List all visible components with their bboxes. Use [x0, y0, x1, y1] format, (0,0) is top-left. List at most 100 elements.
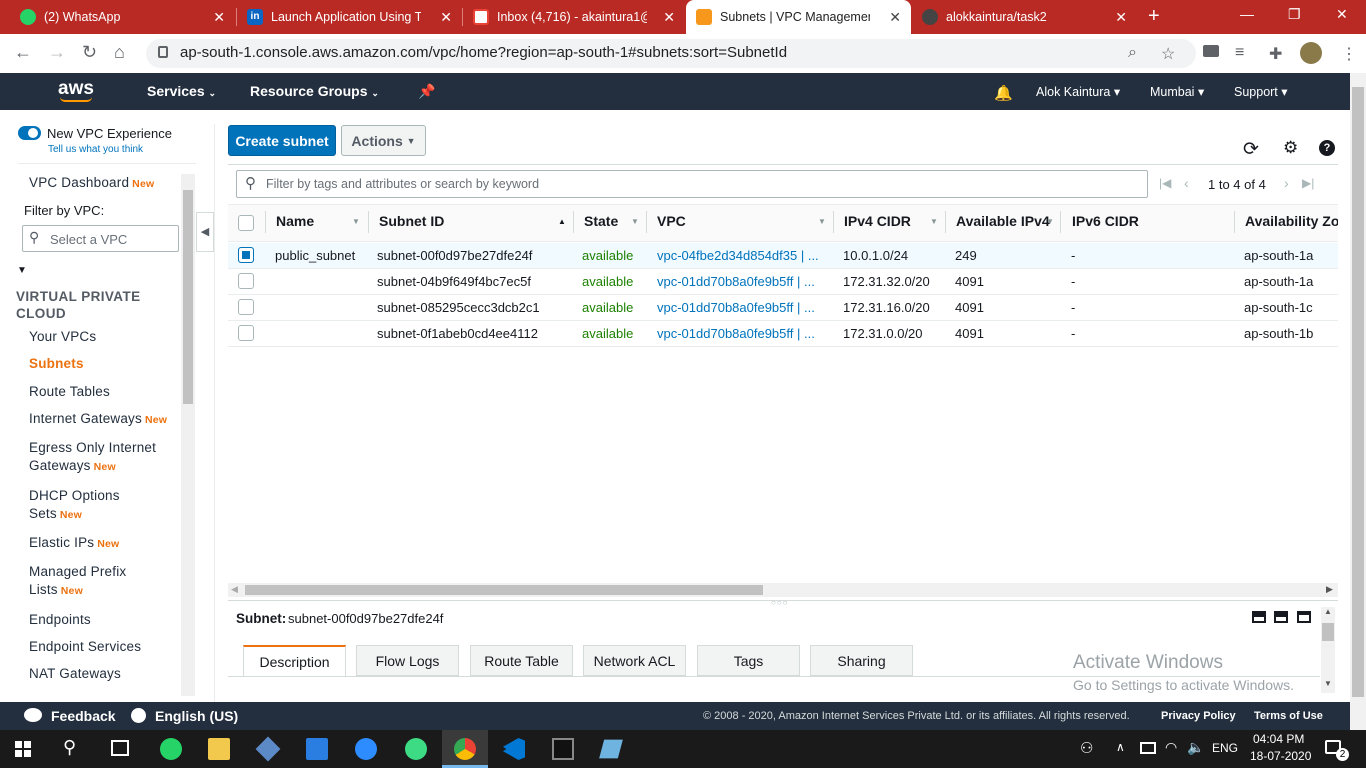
sidebar-item-internet-gateways[interactable]: Internet Gateways New: [29, 410, 167, 429]
clock-date[interactable]: 18-07-2020: [1250, 749, 1311, 763]
col-available-ipv4[interactable]: Available IPv4: [956, 213, 1050, 229]
terms-link[interactable]: Terms of Use: [1254, 710, 1323, 722]
resource-groups-menu[interactable]: Resource Groups ⌄: [250, 83, 379, 99]
col-ipv4-cidr[interactable]: IPv4 CIDR: [844, 213, 911, 229]
notepad-icon[interactable]: [599, 739, 623, 759]
sidebar-item-nat-gateways[interactable]: NAT Gateways: [29, 665, 121, 683]
sidebar-item-endpoints[interactable]: Endpoints: [29, 611, 91, 629]
collapse-triangle-icon[interactable]: ▼: [17, 265, 27, 276]
tab-subnets[interactable]: Subnets | VPC Management ✕: [686, 0, 911, 34]
sidebar-item-subnets[interactable]: Subnets: [29, 355, 84, 373]
chrome-icon[interactable]: [454, 738, 476, 760]
table-row[interactable]: subnet-04b9f649f4bc7ec5f available vpc-0…: [228, 269, 1338, 295]
privacy-link[interactable]: Privacy Policy: [1161, 710, 1236, 722]
tab-sharing[interactable]: Sharing: [810, 645, 913, 676]
collapse-sidebar-button[interactable]: ◀: [196, 212, 214, 252]
sidebar-item-elastic-ips[interactable]: Elastic IPs New: [29, 534, 119, 553]
extensions-icon[interactable]: ✚: [1269, 44, 1282, 64]
create-subnet-button[interactable]: Create subnet: [228, 125, 336, 156]
new-tab-button[interactable]: +: [1148, 5, 1160, 28]
page-scrollbar[interactable]: [1350, 73, 1366, 730]
window-close-icon[interactable]: ✕: [1336, 6, 1348, 23]
gear-icon[interactable]: ⚙: [1283, 138, 1298, 158]
tab-description[interactable]: Description: [243, 645, 346, 676]
table-row[interactable]: subnet-0f1abeb0cd4ee4112 available vpc-0…: [228, 321, 1338, 347]
close-icon[interactable]: ✕: [663, 9, 675, 26]
terminal-icon[interactable]: [552, 738, 574, 760]
close-icon[interactable]: ✕: [213, 9, 225, 26]
col-subnet-id[interactable]: Subnet ID: [379, 213, 444, 229]
android-studio-icon[interactable]: [405, 738, 427, 760]
col-ipv6-cidr[interactable]: IPv6 CIDR: [1072, 213, 1139, 229]
mail-icon[interactable]: [306, 738, 328, 760]
zoom-search-icon[interactable]: ⌕: [1128, 44, 1137, 62]
windows-start-icon[interactable]: [15, 741, 31, 757]
last-page-icon[interactable]: ▶|: [1302, 176, 1314, 190]
sidebar-item-prefix-lists[interactable]: Managed Prefix Lists New: [29, 563, 149, 600]
bookmark-star-icon[interactable]: ☆: [1161, 44, 1175, 64]
task-view-icon[interactable]: [111, 740, 129, 756]
services-menu[interactable]: Services ⌄: [147, 83, 216, 99]
layout-bottom-icon[interactable]: [1252, 611, 1266, 623]
tab-network-acl[interactable]: Network ACL: [583, 645, 686, 676]
back-icon[interactable]: ←: [14, 42, 32, 63]
first-page-icon[interactable]: |◀: [1159, 176, 1171, 190]
detail-v-scrollbar[interactable]: ▲ ▼: [1321, 607, 1335, 693]
resize-handle-icon[interactable]: ○○○: [771, 598, 789, 607]
layout-full-icon[interactable]: [1297, 611, 1311, 623]
feedback-button[interactable]: Feedback: [51, 708, 116, 724]
sidebar-item-route-tables[interactable]: Route Tables: [29, 383, 110, 401]
new-vpc-toggle[interactable]: [18, 126, 41, 140]
close-icon[interactable]: ✕: [1115, 9, 1127, 26]
layout-split-icon[interactable]: [1274, 611, 1288, 623]
tab-tags[interactable]: Tags: [697, 645, 800, 676]
people-icon[interactable]: ⚇: [1080, 739, 1093, 757]
maximize-icon[interactable]: ❐: [1288, 6, 1301, 23]
close-icon[interactable]: ✕: [440, 9, 452, 26]
chevron-up-icon[interactable]: ∧: [1116, 740, 1125, 754]
menu-icon[interactable]: ⋮: [1341, 44, 1357, 64]
row-checkbox[interactable]: [238, 325, 254, 341]
sidebar-item-endpoint-services[interactable]: Endpoint Services: [29, 638, 141, 656]
select-all-checkbox[interactable]: [238, 215, 254, 231]
vscode-icon[interactable]: [503, 738, 525, 760]
tab-flow-logs[interactable]: Flow Logs: [356, 645, 459, 676]
row-checkbox[interactable]: [238, 299, 254, 315]
tab-gmail[interactable]: Inbox (4,716) - akaintura1@g ✕: [463, 0, 685, 34]
sidebar-item-dashboard[interactable]: VPC Dashboard New: [29, 174, 154, 193]
home-icon[interactable]: ⌂: [114, 42, 125, 63]
feedback-link[interactable]: Tell us what you think: [48, 144, 143, 155]
reload-icon[interactable]: ↻: [82, 42, 97, 63]
col-name[interactable]: Name: [276, 213, 314, 229]
row-checkbox[interactable]: [238, 273, 254, 289]
help-icon[interactable]: ?: [1319, 140, 1335, 156]
search-filter-input[interactable]: ⚲ Filter by tags and attributes or searc…: [236, 170, 1148, 198]
sidebar-item-egress-gateways[interactable]: Egress Only Internet Gateways New: [29, 439, 174, 476]
table-row[interactable]: subnet-085295cecc3dcb2c1 available vpc-0…: [228, 295, 1338, 321]
profile-avatar[interactable]: [1300, 42, 1322, 64]
camera-icon[interactable]: [1203, 45, 1219, 57]
col-state[interactable]: State: [584, 213, 618, 229]
tab-linkedin[interactable]: in Launch Application Using Ter ✕: [237, 0, 462, 34]
col-availability-zone[interactable]: Availability Zor: [1245, 213, 1338, 229]
tab-github[interactable]: alokkaintura/task2 ✕: [912, 0, 1137, 34]
sidebar-item-dhcp[interactable]: DHCP Options Sets New: [29, 487, 139, 524]
whatsapp-icon[interactable]: [160, 738, 182, 760]
account-menu[interactable]: Alok Kaintura ▾: [1036, 84, 1120, 99]
region-menu[interactable]: Mumbai ▾: [1150, 84, 1204, 99]
next-page-icon[interactable]: ›: [1284, 175, 1289, 191]
battery-icon[interactable]: [1140, 742, 1156, 754]
file-explorer-icon[interactable]: [208, 738, 230, 760]
refresh-icon[interactable]: ⟳: [1243, 138, 1259, 161]
table-h-scrollbar[interactable]: ◀ ▶: [228, 583, 1338, 597]
volume-icon[interactable]: 🔈: [1187, 739, 1204, 756]
pin-icon[interactable]: 📌: [418, 83, 435, 100]
support-menu[interactable]: Support ▾: [1234, 84, 1288, 99]
row-checkbox[interactable]: [238, 247, 254, 263]
sidebar-scroll-thumb[interactable]: [183, 190, 193, 404]
wifi-icon[interactable]: ◠: [1165, 739, 1177, 756]
prev-page-icon[interactable]: ‹: [1184, 175, 1189, 191]
table-row[interactable]: public_subnet subnet-00f0d97be27dfe24f a…: [228, 243, 1338, 269]
actions-button[interactable]: Actions ▼: [341, 125, 426, 156]
sidebar-item-your-vpcs[interactable]: Your VPCs: [29, 328, 96, 346]
